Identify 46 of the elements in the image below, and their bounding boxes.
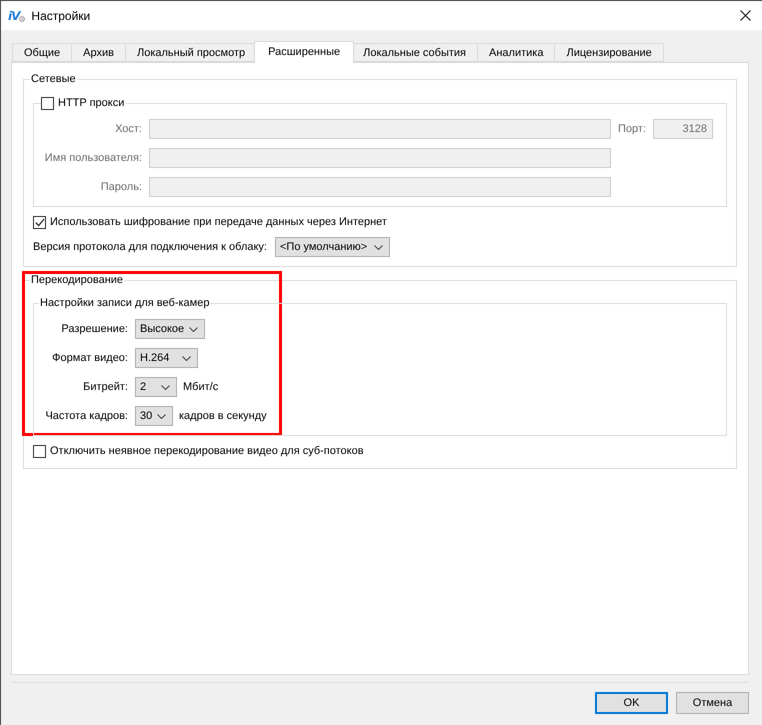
chevron-down-icon	[182, 356, 191, 360]
checkbox-label[interactable]: HTTP прокси	[54, 96, 126, 111]
chevron-down-icon	[189, 326, 198, 332]
group-title: Перекодирование	[30, 273, 124, 288]
field-label: Пароль:	[100, 180, 142, 194]
text-field[interactable]	[149, 177, 611, 197]
dialog-button[interactable]: Отмена	[676, 692, 749, 714]
checkmark-icon	[34, 218, 44, 227]
dropdown[interactable]: H.264	[135, 348, 198, 368]
dialog-button[interactable]: OK	[595, 692, 668, 714]
text-field[interactable]	[149, 119, 611, 139]
tab[interactable]: Аналитика	[477, 43, 556, 62]
chevron-down-icon	[157, 414, 166, 418]
field-label: Версия протокола для подключения к облаку:	[33, 240, 267, 254]
field-label: Имя пользователя:	[44, 151, 142, 165]
tab[interactable]: Общие	[12, 43, 72, 62]
dropdown[interactable]: 2	[135, 377, 177, 397]
tab[interactable]: Локальные события	[351, 43, 478, 62]
checkbox[interactable]	[41, 97, 54, 110]
field-label: Битрейт:	[82, 380, 128, 394]
dropdown[interactable]: 30	[135, 406, 173, 426]
tab[interactable]: Архив	[71, 43, 126, 62]
checkbox-label[interactable]: Отключить неявное перекодирование видео для суб-потоков	[50, 444, 364, 459]
field-label: Частота кадров:	[44, 409, 128, 423]
dropdown[interactable]: Высокое	[135, 319, 205, 339]
checkbox-label[interactable]: Использовать шифрование при передаче данных через Интернет	[50, 215, 387, 230]
tab[interactable]: Расширенные	[254, 41, 354, 63]
field-label: Порт:	[618, 122, 646, 136]
checkbox[interactable]	[33, 216, 46, 229]
unit-label: кадров в секунду	[179, 410, 267, 422]
unit-label: Мбит/с	[183, 381, 218, 393]
text-field[interactable]	[149, 148, 611, 168]
checkbox[interactable]	[33, 445, 46, 458]
port-field[interactable]: 3128	[653, 119, 713, 139]
field-label: Разрешение:	[60, 322, 128, 336]
field-label: Формат видео:	[51, 351, 128, 365]
chevron-down-icon	[374, 244, 383, 250]
tab[interactable]: Лицензирование	[554, 43, 664, 62]
group-title: Настройки записи для веб-камер	[39, 296, 210, 311]
chevron-down-icon	[161, 384, 170, 390]
close-icon	[740, 10, 750, 21]
window-title: Настройки	[31, 8, 90, 22]
gear-icon	[19, 16, 26, 22]
dropdown[interactable]: <По умолчанию>	[274, 237, 390, 257]
logo-text: iV	[8, 8, 20, 22]
field-label: Хост:	[114, 122, 142, 136]
